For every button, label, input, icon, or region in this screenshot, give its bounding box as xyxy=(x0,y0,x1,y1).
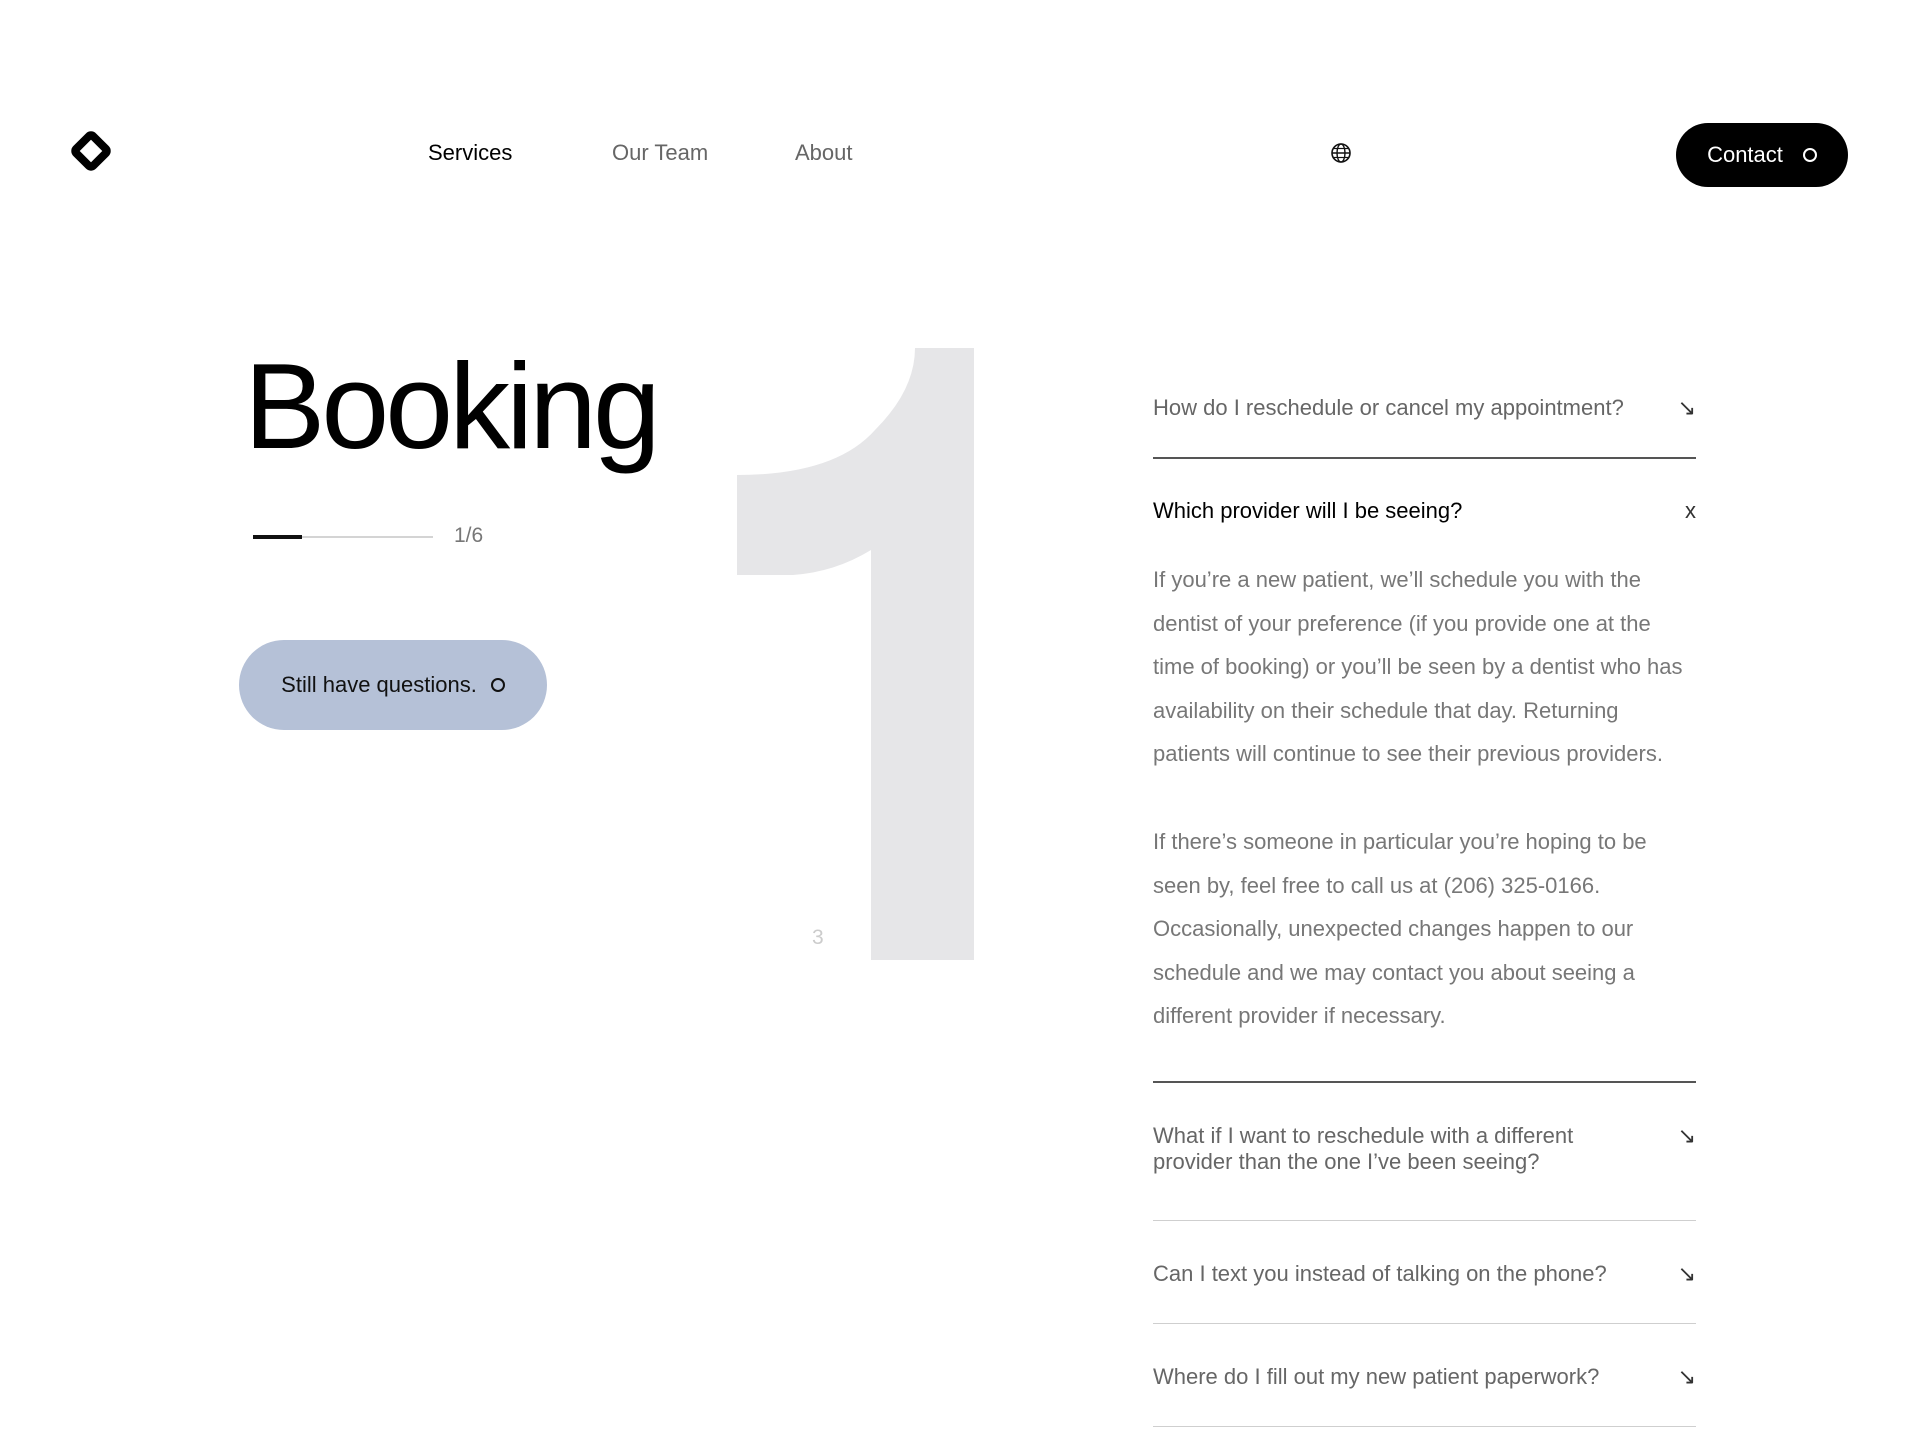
close-icon[interactable]: x xyxy=(1685,498,1696,524)
faq-divider xyxy=(1153,1323,1696,1324)
faq-question: Which provider will I be seeing? xyxy=(1153,498,1463,523)
contact-button-label: Contact xyxy=(1707,142,1783,167)
contact-button[interactable]: Contact xyxy=(1676,123,1848,187)
globe-icon[interactable] xyxy=(1330,142,1352,164)
faq-item[interactable]: How do I reschedule or cancel my appoint… xyxy=(1153,395,1696,421)
faq-item-open[interactable]: Which provider will I be seeing? x xyxy=(1153,498,1696,524)
faq-question: What if I want to reschedule with a diff… xyxy=(1153,1123,1574,1174)
nav-about[interactable]: About xyxy=(795,140,853,166)
questions-button-label: Still have questions. xyxy=(281,672,477,697)
faq-divider xyxy=(1153,457,1696,459)
page-title: Booking xyxy=(244,338,661,474)
diamond-logo-icon[interactable] xyxy=(68,128,114,174)
faq-item[interactable]: Where do I fill out my new patient paper… xyxy=(1153,1364,1696,1390)
slide-progress-fill xyxy=(253,535,302,539)
slide-counter: 1/6 xyxy=(454,524,484,547)
faq-item[interactable]: What if I want to reschedule with a diff… xyxy=(1153,1123,1696,1175)
circle-icon xyxy=(1802,148,1817,162)
arrow-down-right-icon: ↘ xyxy=(1677,1123,1696,1148)
faq-divider xyxy=(1153,1081,1696,1083)
faq-divider xyxy=(1153,1220,1696,1221)
faq-divider xyxy=(1153,1426,1696,1427)
slide-small-number: 3 xyxy=(812,926,824,949)
faq-question: Can I text you instead of talking on the… xyxy=(1153,1261,1607,1286)
nav-services[interactable]: Services xyxy=(428,140,512,166)
circle-icon xyxy=(490,678,505,692)
arrow-down-right-icon: ↘ xyxy=(1677,1364,1696,1389)
faq-question: How do I reschedule or cancel my appoint… xyxy=(1153,395,1624,420)
faq-question: Where do I fill out my new patient paper… xyxy=(1153,1364,1600,1389)
arrow-down-right-icon: ↘ xyxy=(1677,395,1696,420)
numeral-one-graphic xyxy=(737,348,974,960)
arrow-down-right-icon: ↘ xyxy=(1677,1261,1696,1286)
faq-answer-paragraph: If there’s someone in particular you’re … xyxy=(1153,829,1647,1028)
faq-answer-paragraph: If you’re a new patient, we’ll schedule … xyxy=(1153,567,1683,766)
faq-item[interactable]: Can I text you instead of talking on the… xyxy=(1153,1261,1696,1287)
slide-progress-bar xyxy=(253,535,433,539)
still-have-questions-button[interactable]: Still have questions. xyxy=(239,640,547,730)
nav-our-team[interactable]: Our Team xyxy=(612,140,708,166)
